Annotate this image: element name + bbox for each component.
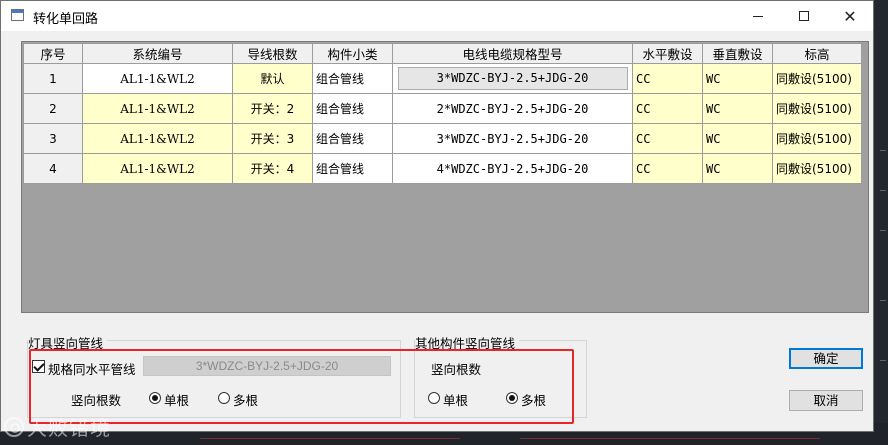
watermark: 大败错境 [4,412,111,441]
lamp-multi-radio[interactable] [218,392,230,404]
column-header-category[interactable]: 构件小类 [312,43,393,64]
cell-vertical-laying[interactable]: WC [702,63,773,94]
other-vertical-count-label: 竖向根数 [431,362,482,377]
circuit-grid: 序号 系统编号 导线根数 构件小类 电线电缆规格型号 水平敷设 垂直敷设 标高 … [21,41,869,313]
cell-category[interactable]: 组合管线 [312,123,393,154]
cell-category[interactable]: 组合管线 [312,63,393,94]
lamp-single-label[interactable]: 单根 [164,390,189,409]
lamp-single-radio[interactable] [149,392,161,404]
cell-cable-spec[interactable]: 2*WDZC-BYJ-2.5+JDG-20 [392,93,633,124]
cell-horizontal-laying[interactable]: CC [632,153,703,184]
other-single-radio[interactable] [428,392,440,404]
cell-cable-spec[interactable]: 3*WDZC-BYJ-2.5+JDG-20 [392,63,633,94]
column-header-index[interactable]: 序号 [23,43,83,64]
cell-category[interactable]: 组合管线 [312,153,393,184]
cell-elevation[interactable]: 同敷设(5100) [772,123,862,154]
same-spec-label[interactable]: 规格同水平管线 [48,359,136,378]
cell-elevation[interactable]: 同敷设(5100) [772,93,862,124]
cell-wire-count[interactable]: 默认 [232,63,313,94]
column-header-vertical-laying[interactable]: 垂直敷设 [702,43,773,64]
cell-system-code[interactable]: AL1-1&WL2 [82,63,233,94]
cell-cable-spec[interactable]: 3*WDZC-BYJ-2.5+JDG-20 [392,123,633,154]
cell-vertical-laying[interactable]: WC [702,153,773,184]
lamp-group-title: 灯具竖向管线 [28,333,108,352]
cell-horizontal-laying[interactable]: CC [632,63,703,94]
cell-elevation[interactable]: 同敷设(5100) [772,63,862,94]
close-button[interactable]: ✕ [827,1,873,31]
other-single-label[interactable]: 单根 [443,390,468,409]
same-spec-checkbox[interactable] [32,360,45,373]
cell-elevation[interactable]: 同敷设(5100) [772,153,862,184]
convert-single-circuit-dialog: 转化单回路 ✕ 序号 系统编号 导线根数 构件小类 电线电缆规格型号 水平敷设 … [0,0,874,432]
table-row[interactable]: 4 AL1-1&WL2 开关：4 组合管线 4*WDZC-BYJ-2.5+JDG-20 C… [23,153,862,184]
column-header-system-code[interactable]: 系统编号 [82,43,233,64]
cell-system-code[interactable]: AL1-1&WL2 [82,93,233,124]
cell-vertical-laying[interactable]: WC [702,93,773,124]
ok-button[interactable]: 确定 [789,348,863,369]
table-row[interactable]: 1 AL1-1&WL2 默认 组合管线 3*WDZC-BYJ-2.5+JDG-20 CC W… [23,63,862,94]
circuit-table: 序号 系统编号 导线根数 构件小类 电线电缆规格型号 水平敷设 垂直敷设 标高 … [23,43,862,184]
column-header-horizontal-laying[interactable]: 水平敷设 [632,43,703,64]
table-row[interactable]: 2 AL1-1&WL2 开关：2 组合管线 2*WDZC-BYJ-2.5+JDG-20 C… [23,93,862,124]
close-icon: ✕ [843,6,857,26]
cell-cable-spec[interactable]: 4*WDZC-BYJ-2.5+JDG-20 [392,153,633,184]
column-header-wire-count[interactable]: 导线根数 [232,43,313,64]
cell-system-code[interactable]: AL1-1&WL2 [82,153,233,184]
window-icon [11,9,24,21]
other-group-title: 其他构件竖向管线 [415,333,520,352]
cable-spec-select-button[interactable]: 3*WDZC-BYJ-2.5+JDG-20 [397,67,628,90]
minimize-icon [753,15,763,17]
other-multi-radio[interactable] [506,392,518,404]
cell-index[interactable]: 1 [23,63,83,94]
column-header-elevation[interactable]: 标高 [772,43,862,64]
cancel-button[interactable]: 取消 [789,390,863,411]
cell-wire-count[interactable]: 开关：3 [232,123,313,154]
cell-horizontal-laying[interactable]: CC [632,123,703,154]
other-vertical-group: 其他构件竖向管线 [414,333,587,418]
cell-wire-count[interactable]: 开关：4 [232,153,313,184]
lamp-vertical-count-label: 竖向根数 [71,393,122,408]
watermark-logo-icon [4,416,24,437]
cell-index[interactable]: 2 [23,93,83,124]
maximize-button[interactable] [781,1,827,31]
cell-index[interactable]: 3 [23,123,83,154]
cell-wire-count[interactable]: 开关：2 [232,93,313,124]
cad-background-strip [874,0,888,445]
cell-index[interactable]: 4 [23,153,83,184]
cell-system-code[interactable]: AL1-1&WL2 [82,123,233,154]
lamp-spec-field: 3*WDZC-BYJ-2.5+JDG-20 [143,356,391,376]
title-bar: 转化单回路 ✕ [1,1,873,31]
maximize-icon [799,11,809,21]
lamp-multi-label[interactable]: 多根 [233,390,258,409]
table-row[interactable]: 3 AL1-1&WL2 开关：3 组合管线 3*WDZC-BYJ-2.5+JDG-20 C… [23,123,862,154]
other-multi-label[interactable]: 多根 [521,390,546,409]
minimize-button[interactable] [735,1,781,31]
column-header-cable-spec[interactable]: 电线电缆规格型号 [392,43,633,64]
window-title: 转化单回路 [33,12,99,27]
cell-vertical-laying[interactable]: WC [702,123,773,154]
grid-header-row: 序号 系统编号 导线根数 构件小类 电线电缆规格型号 水平敷设 垂直敷设 标高 [23,43,862,64]
watermark-text: 大败错境 [27,416,111,440]
cell-horizontal-laying[interactable]: CC [632,93,703,124]
cell-category[interactable]: 组合管线 [312,93,393,124]
